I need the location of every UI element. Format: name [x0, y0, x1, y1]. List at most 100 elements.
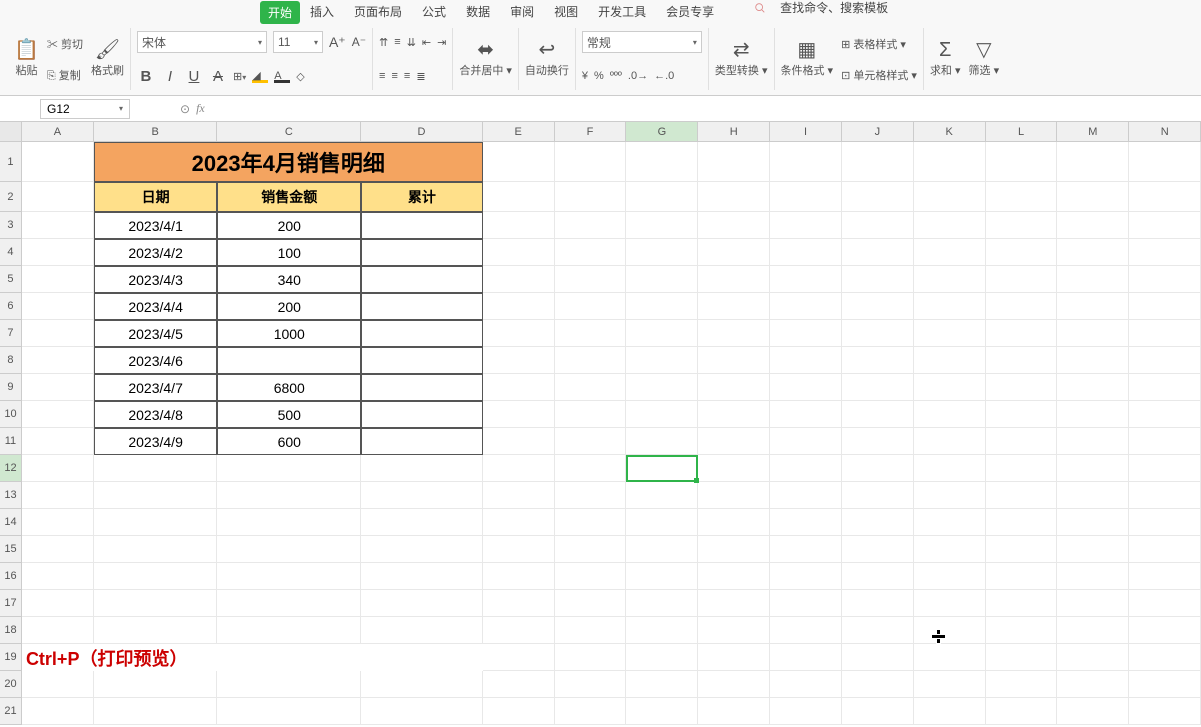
col-header-N[interactable]: N: [1129, 122, 1201, 141]
undo-icon[interactable]: [189, 4, 205, 20]
cell[interactable]: [555, 212, 627, 239]
row-header[interactable]: 16: [0, 563, 22, 590]
cell[interactable]: [842, 347, 914, 374]
cell[interactable]: [22, 455, 94, 482]
cell[interactable]: [483, 428, 555, 455]
cell[interactable]: [770, 182, 842, 212]
cell[interactable]: [555, 671, 627, 698]
cell[interactable]: [626, 212, 698, 239]
cell[interactable]: [483, 617, 555, 644]
cell[interactable]: [842, 320, 914, 347]
cell[interactable]: [217, 509, 361, 536]
table-cell[interactable]: [361, 212, 483, 239]
row-header[interactable]: 14: [0, 509, 22, 536]
cell[interactable]: [770, 590, 842, 617]
cell[interactable]: [842, 142, 914, 182]
col-header-F[interactable]: F: [555, 122, 627, 141]
cell[interactable]: [1057, 401, 1129, 428]
tab-insert[interactable]: 插入: [300, 0, 344, 24]
table-cell[interactable]: 2023/4/9: [94, 428, 218, 455]
cell[interactable]: [1129, 455, 1201, 482]
cell[interactable]: [698, 536, 770, 563]
cell[interactable]: [94, 698, 218, 725]
cell[interactable]: [986, 182, 1058, 212]
cell[interactable]: [842, 212, 914, 239]
cell[interactable]: [698, 671, 770, 698]
cell[interactable]: [1129, 509, 1201, 536]
cell[interactable]: [22, 536, 94, 563]
table-cell[interactable]: 2023/4/6: [94, 347, 218, 374]
cell[interactable]: [626, 509, 698, 536]
cell[interactable]: [698, 266, 770, 293]
cell[interactable]: [1129, 536, 1201, 563]
cell[interactable]: [770, 509, 842, 536]
font-grow-icon[interactable]: A⁺: [329, 34, 346, 51]
cell[interactable]: [1129, 401, 1201, 428]
table-cell[interactable]: [361, 320, 483, 347]
cell[interactable]: [555, 509, 627, 536]
cell[interactable]: [770, 239, 842, 266]
cell[interactable]: [698, 374, 770, 401]
cell[interactable]: [555, 293, 627, 320]
col-header-L[interactable]: L: [986, 122, 1058, 141]
cell[interactable]: [986, 320, 1058, 347]
cell[interactable]: [1057, 698, 1129, 725]
cell[interactable]: [842, 671, 914, 698]
cell[interactable]: [1129, 482, 1201, 509]
cell[interactable]: [842, 509, 914, 536]
table-style-button[interactable]: ⊞ 表格样式 ▾: [841, 36, 917, 52]
cell[interactable]: [361, 482, 483, 509]
cell[interactable]: [1057, 266, 1129, 293]
row-header[interactable]: 3: [0, 212, 22, 239]
cell[interactable]: [626, 617, 698, 644]
cell[interactable]: [483, 698, 555, 725]
cell[interactable]: [770, 617, 842, 644]
cell[interactable]: [555, 455, 627, 482]
active-cell[interactable]: [626, 455, 698, 482]
cell[interactable]: [626, 320, 698, 347]
cell[interactable]: [986, 401, 1058, 428]
cell[interactable]: [698, 239, 770, 266]
format-painter-button[interactable]: 🖌 格式刷: [91, 28, 124, 90]
cell[interactable]: [914, 455, 986, 482]
cell[interactable]: [555, 401, 627, 428]
cell[interactable]: [483, 455, 555, 482]
cell[interactable]: [698, 347, 770, 374]
row-header[interactable]: 9: [0, 374, 22, 401]
row-header[interactable]: 7: [0, 320, 22, 347]
col-header-C[interactable]: C: [217, 122, 361, 141]
table-cell[interactable]: 500: [217, 401, 361, 428]
tab-data[interactable]: 数据: [456, 0, 500, 24]
cell[interactable]: [555, 374, 627, 401]
cell[interactable]: [698, 182, 770, 212]
table-cell[interactable]: 600: [217, 428, 361, 455]
cell[interactable]: [986, 428, 1058, 455]
cell[interactable]: [22, 617, 94, 644]
cell[interactable]: [1057, 212, 1129, 239]
cell[interactable]: [770, 644, 842, 671]
cell[interactable]: [986, 482, 1058, 509]
redo-icon[interactable]: [213, 4, 229, 20]
cell[interactable]: [1057, 563, 1129, 590]
cut-button[interactable]: ✂ 剪切: [47, 36, 83, 52]
cell[interactable]: [698, 698, 770, 725]
print-icon[interactable]: [141, 4, 157, 20]
cell[interactable]: [914, 212, 986, 239]
font-size-select[interactable]: 11▾: [273, 31, 323, 53]
table-cell[interactable]: 2023/4/5: [94, 320, 218, 347]
cond-format-button[interactable]: ▦ 条件格式 ▾: [781, 28, 834, 90]
cell[interactable]: [770, 212, 842, 239]
cell[interactable]: [626, 374, 698, 401]
cell[interactable]: [1129, 617, 1201, 644]
table-cell[interactable]: 340: [217, 266, 361, 293]
cell[interactable]: [770, 142, 842, 182]
cell[interactable]: [986, 293, 1058, 320]
cell[interactable]: [94, 482, 218, 509]
border-button[interactable]: ⊞▾: [233, 70, 246, 83]
cell[interactable]: [626, 644, 698, 671]
underline-button[interactable]: U: [185, 68, 203, 85]
table-cell[interactable]: [361, 293, 483, 320]
row-header[interactable]: 2: [0, 182, 22, 212]
row-header[interactable]: 17: [0, 590, 22, 617]
cell[interactable]: [914, 182, 986, 212]
